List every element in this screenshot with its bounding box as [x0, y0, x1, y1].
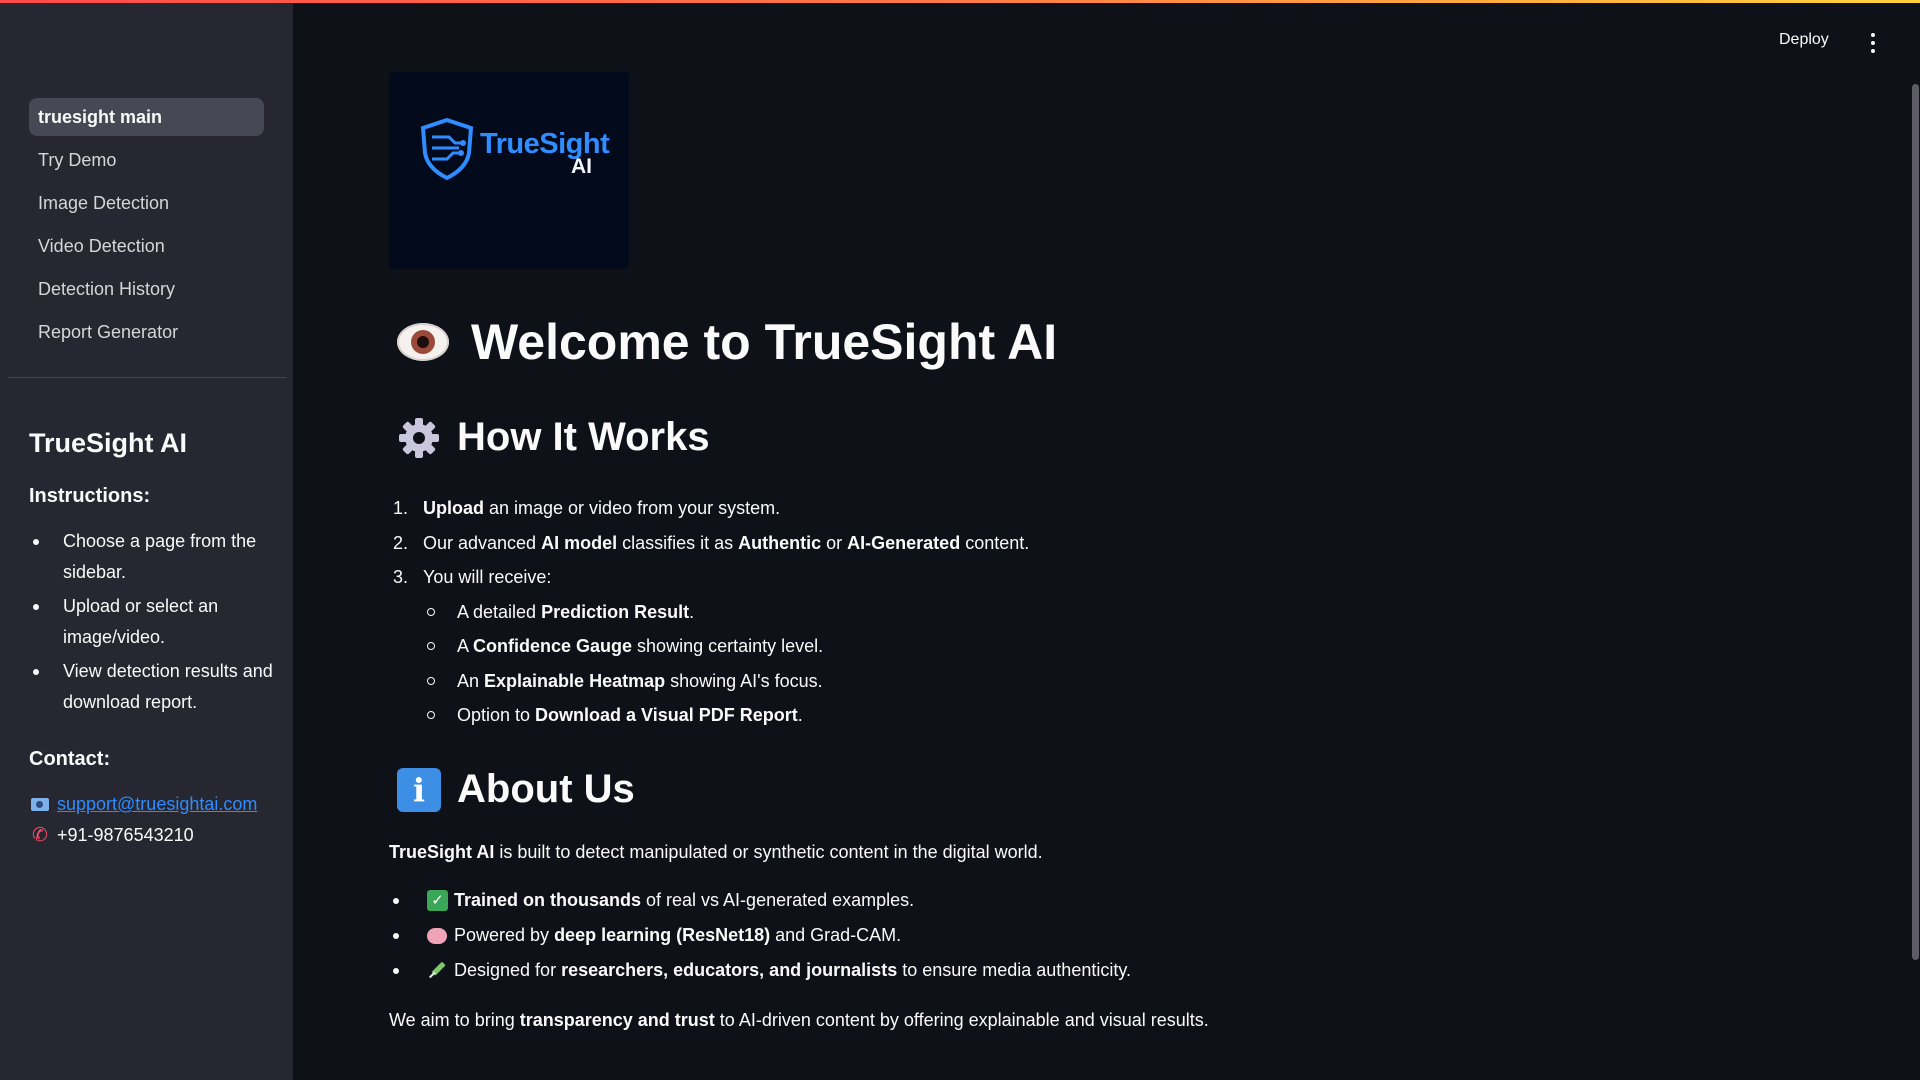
receive-item-text: An Explainable Heatmap showing AI's focu…	[457, 670, 823, 691]
truesight-logo: TrueSight AI	[389, 72, 629, 269]
about-point: ✓ Trained on thousands of real vs AI-gen…	[389, 883, 1131, 918]
receive-list: A detailed Prediction Result. A Confiden…	[389, 595, 1589, 733]
eye-icon	[397, 323, 449, 361]
sidebar: truesight main Try Demo Image Detection …	[0, 0, 293, 1080]
sidebar-item-image-detection[interactable]: Image Detection	[29, 184, 264, 222]
shield-circuit-icon	[420, 117, 474, 181]
scrollbar[interactable]	[1912, 84, 1919, 960]
instructions-heading: Instructions:	[29, 485, 151, 507]
step-item: 1. Upload an image or video from your sy…	[389, 491, 1589, 526]
envelope-icon	[29, 798, 51, 811]
how-it-works-heading: How It Works	[397, 415, 710, 460]
receive-item-text: Option to Download a Visual PDF Report.	[457, 705, 803, 725]
about-us-heading: i About Us	[397, 767, 635, 812]
receive-item-text: A Confidence Gauge showing certainty lev…	[457, 636, 824, 656]
sidebar-item-report-generator[interactable]: Report Generator	[29, 313, 264, 351]
about-heading-text: About Us	[457, 767, 635, 811]
sidebar-title: TrueSight AI	[29, 428, 188, 458]
deploy-button[interactable]: Deploy	[1779, 31, 1829, 55]
about-point-text: Trained on thousands of real vs AI-gener…	[454, 890, 915, 910]
step-text: You will receive:	[423, 567, 552, 587]
how-heading-text: How It Works	[457, 415, 710, 459]
sidebar-divider	[8, 377, 286, 378]
about-points-list: ✓ Trained on thousands of real vs AI-gen…	[389, 883, 1131, 988]
logo-ai-text: AI	[571, 155, 592, 178]
receive-item-text: A detailed Prediction Result.	[457, 601, 695, 622]
page-title-text: Welcome to TrueSight AI	[471, 314, 1058, 370]
check-icon: ✓	[427, 890, 448, 911]
step-number: 2.	[393, 532, 409, 553]
sidebar-item-video-detection[interactable]: Video Detection	[29, 227, 264, 265]
step-item: 2. Our advanced AI model classifies it a…	[389, 526, 1589, 561]
instruction-item: Upload or select an image/video.	[29, 591, 274, 653]
phone-icon: ✆	[32, 825, 48, 846]
receive-item: An Explainable Heatmap showing AI's focu…	[423, 664, 1589, 699]
sidebar-item-detection-history[interactable]: Detection History	[29, 270, 264, 308]
brain-icon	[427, 927, 447, 944]
step-text: Our advanced AI model classifies it as A…	[423, 532, 1030, 553]
step-text: Upload an image or video from your syste…	[423, 498, 781, 518]
email-link[interactable]: support@truesightai.com	[57, 789, 257, 820]
sidebar-nav: truesight main Try Demo Image Detection …	[29, 98, 264, 356]
contact-heading: Contact:	[29, 748, 111, 770]
about-intro: TrueSight AI is built to detect manipula…	[389, 842, 1043, 862]
closing-statement: We aim to bring transparency and trust t…	[389, 1010, 1209, 1030]
instructions-list: Choose a page from the sidebar. Upload o…	[29, 526, 274, 718]
gear-icon	[399, 417, 439, 458]
instruction-item: Choose a page from the sidebar.	[29, 526, 274, 588]
sidebar-info: TrueSight AI Instructions: Choose a page…	[29, 428, 274, 851]
steps-list: 1. Upload an image or video from your sy…	[389, 491, 1589, 733]
instruction-item: View detection results and download repo…	[29, 656, 274, 718]
contact-email-row: support@truesightai.com	[29, 789, 274, 820]
about-point-text: Powered by deep learning (ResNet18) and …	[454, 925, 902, 945]
receive-item: A detailed Prediction Result.	[423, 595, 1589, 630]
phone-number: +91-9876543210	[57, 825, 194, 845]
main-menu-icon[interactable]	[1868, 33, 1878, 53]
contact-phone-row: ✆ +91-9876543210	[29, 820, 274, 851]
page-title: Welcome to TrueSight AI	[397, 313, 1057, 371]
step-number: 1.	[393, 498, 409, 518]
receive-item: Option to Download a Visual PDF Report.	[423, 698, 1589, 733]
about-point-text: Designed for researchers, educators, and…	[454, 960, 1132, 980]
about-point: Designed for researchers, educators, and…	[389, 953, 1131, 988]
about-point: Powered by deep learning (ResNet18) and …	[389, 918, 1131, 953]
syringe-icon	[428, 962, 446, 979]
step-item: 3. You will receive:	[389, 560, 1589, 595]
info-icon: i	[397, 767, 441, 812]
top-progress-bar	[0, 0, 1920, 3]
sidebar-item-try-demo[interactable]: Try Demo	[29, 141, 264, 179]
sidebar-item-truesight-main[interactable]: truesight main	[29, 98, 264, 136]
step-number: 3.	[393, 567, 409, 587]
receive-item: A Confidence Gauge showing certainty lev…	[423, 629, 1589, 664]
